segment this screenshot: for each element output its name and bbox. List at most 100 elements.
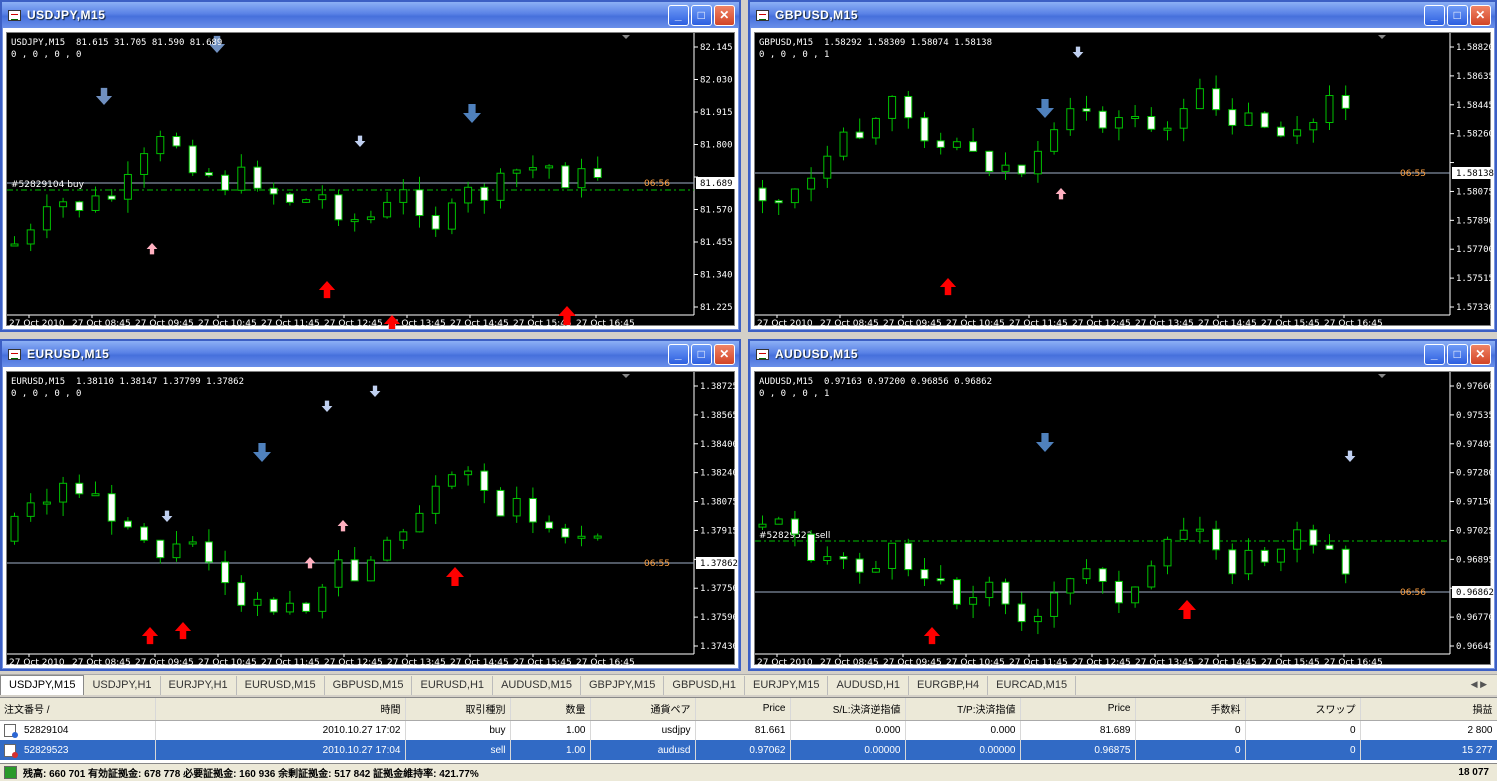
tab-eurusd-h1[interactable]: EURUSD,H1 — [412, 676, 494, 695]
candle-body — [1114, 117, 1123, 129]
tab-eurgbp-h4[interactable]: EURGBP,H4 — [909, 676, 989, 695]
column-header[interactable]: 通貨ペア — [590, 698, 696, 721]
candle-body — [1082, 568, 1091, 580]
tab-usdjpy-h1[interactable]: USDJPY,H1 — [84, 676, 161, 695]
candle-body — [480, 186, 489, 201]
candle-body — [774, 518, 783, 525]
tab-eurjpy-h1[interactable]: EURJPY,H1 — [161, 676, 237, 695]
tab-gbpjpy-m15[interactable]: GBPJPY,M15 — [581, 676, 665, 695]
price-tick-label: 81.225 — [700, 303, 733, 313]
down-arrow-icon — [321, 400, 333, 412]
candle-body — [1212, 88, 1221, 111]
up-arrow-icon — [318, 281, 336, 299]
price-tick-label: 1.58075 — [1456, 187, 1494, 197]
candle-body — [318, 194, 327, 201]
table-header: 注文番号 / 時間 取引種別 数量 通貨ペア Price S/L:決済逆指値 T/P:決済指値… — [0, 698, 1497, 721]
minimize-button[interactable]: _ — [668, 4, 689, 26]
candle-body — [302, 199, 311, 203]
account-summary: 残高: 660 701 有効証拠金: 678 778 必要証拠金: 160 93… — [23, 769, 479, 780]
chart-window-usdjpy[interactable]: USDJPY,M15 _ □ ✕ 82.145 82.030 81.915 81.80… — [0, 0, 741, 332]
tab-eurjpy-m15[interactable]: EURJPY,M15 — [745, 676, 829, 695]
price-tick-label: 1.58138 — [1456, 169, 1494, 179]
price-tick-label: 1.58260 — [1456, 130, 1494, 140]
candle-body — [140, 153, 149, 175]
balance-icon — [4, 766, 17, 779]
time-tick-label: 27 Oct 08:45 — [72, 658, 131, 668]
tab-eurcad-m15[interactable]: EURCAD,M15 — [988, 676, 1077, 695]
candle-body — [1082, 108, 1091, 112]
price-chart[interactable]: 0.97660 0.97535 0.97405 0.97280 0.97150 0.970… — [754, 371, 1494, 668]
minimize-button[interactable]: _ — [1424, 4, 1445, 26]
maximize-button[interactable]: □ — [691, 343, 712, 365]
chart-window-gbpusd[interactable]: GBPUSD,M15 _ □ ✕ 1.58820 1.58635 1.58445 1.… — [748, 0, 1497, 332]
maximize-button[interactable]: □ — [1447, 4, 1468, 26]
column-header[interactable]: T/P:決済指値 — [905, 698, 1021, 721]
table-row[interactable]: 52829523 2010.10.27 17:04 sell 1.00 audu… — [0, 740, 1497, 760]
tab-audusd-h1[interactable]: AUDUSD,H1 — [828, 676, 910, 695]
column-header[interactable]: スワップ — [1245, 698, 1361, 721]
column-header[interactable]: 注文番号 / — [0, 698, 156, 721]
tab-usdjpy-m15[interactable]: USDJPY,M15 — [0, 675, 85, 695]
table-row[interactable]: 52829104 2010.10.27 17:02 buy 1.00 usdjp… — [0, 720, 1497, 740]
maximize-button[interactable]: □ — [1447, 343, 1468, 365]
price-chart[interactable]: 1.38725 1.38565 1.38400 1.38240 1.38075 1.379… — [6, 371, 738, 668]
price-tick-label: 1.38240 — [700, 469, 738, 479]
price-chart[interactable]: 1.58820 1.58635 1.58445 1.58260 1.58138 1.580… — [754, 32, 1494, 329]
down-arrow-icon — [1036, 99, 1054, 118]
up-arrow-icon — [939, 278, 957, 296]
window-title: GBPUSD,M15 — [775, 8, 859, 22]
column-header[interactable]: 損益 — [1360, 698, 1497, 721]
time-tick-label: 27 Oct 2010 — [9, 319, 65, 329]
candle-body — [1114, 580, 1123, 604]
candle-body — [561, 527, 570, 538]
column-header[interactable]: Price — [695, 698, 791, 721]
title-bar[interactable]: USDJPY,M15 _ □ ✕ — [2, 2, 739, 28]
tab-audusd-m15[interactable]: AUDUSD,M15 — [493, 676, 581, 695]
candle-body — [888, 95, 897, 119]
price-tick-label: 1.58820 — [1456, 43, 1494, 53]
minimize-button[interactable]: _ — [668, 343, 689, 365]
candle-body — [1325, 95, 1334, 124]
close-button[interactable]: ✕ — [714, 4, 735, 26]
tab-gbpusd-m15[interactable]: GBPUSD,M15 — [325, 676, 413, 695]
maximize-button[interactable]: □ — [691, 4, 712, 26]
shift-marker — [622, 35, 630, 39]
candle-body — [480, 470, 489, 491]
chart-window-audusd[interactable]: AUDUSD,M15 _ □ ✕ 0.97660 0.97535 0.97405 0.… — [748, 339, 1497, 671]
candle-body — [936, 578, 945, 582]
chart-window-eurusd[interactable]: EURUSD,M15 _ □ ✕ 1.38725 1.38565 1.38400 1.… — [0, 339, 741, 671]
tab-gbpusd-h1[interactable]: GBPUSD,H1 — [664, 676, 745, 695]
bar-timer: 06:55 — [1400, 169, 1426, 179]
time-tick-label: 27 Oct 15:45 — [1261, 319, 1320, 329]
column-header[interactable]: 取引種別 — [405, 698, 511, 721]
candle-body — [285, 602, 294, 613]
close-button[interactable]: ✕ — [714, 343, 735, 365]
candle-body — [790, 518, 799, 535]
close-button[interactable]: ✕ — [1470, 4, 1491, 26]
column-header[interactable]: 手数料 — [1135, 698, 1246, 721]
tab-eurusd-m15[interactable]: EURUSD,M15 — [237, 676, 325, 695]
candle-body — [871, 117, 880, 139]
minimize-button[interactable]: _ — [1424, 343, 1445, 365]
trade-table: 注文番号 / 時間 取引種別 数量 通貨ペア Price S/L:決済逆指値 T/P:決済指値… — [0, 698, 1497, 760]
tab-scroll-arrows[interactable]: ◀ ▶ — [1471, 679, 1487, 690]
column-header[interactable]: S/L:決済逆指値 — [790, 698, 906, 721]
title-bar[interactable]: EURUSD,M15 _ □ ✕ — [2, 341, 739, 367]
buy-order-icon — [4, 723, 18, 738]
candle-body — [269, 187, 278, 195]
title-bar[interactable]: AUDUSD,M15 _ □ ✕ — [750, 341, 1495, 367]
price-tick-label: 1.38075 — [700, 498, 738, 508]
title-bar[interactable]: GBPUSD,M15 _ □ ✕ — [750, 2, 1495, 28]
price-tick-label: 0.97280 — [1456, 469, 1494, 479]
time-tick-label: 27 Oct 2010 — [757, 319, 813, 329]
price-tick-label: 1.37430 — [700, 642, 738, 652]
column-header[interactable]: 数量 — [510, 698, 591, 721]
time-tick-label: 27 Oct 2010 — [757, 658, 813, 668]
close-button[interactable]: ✕ — [1470, 343, 1491, 365]
time-tick-label: 27 Oct 09:45 — [883, 319, 942, 329]
candle-body — [156, 136, 165, 155]
price-tick-label: 81.455 — [700, 238, 733, 248]
price-chart[interactable]: 82.145 82.030 81.915 81.800 81.689 81.570 81.4… — [6, 32, 736, 329]
column-header[interactable]: 時間 — [155, 698, 406, 721]
column-header[interactable]: Price — [1020, 698, 1136, 721]
